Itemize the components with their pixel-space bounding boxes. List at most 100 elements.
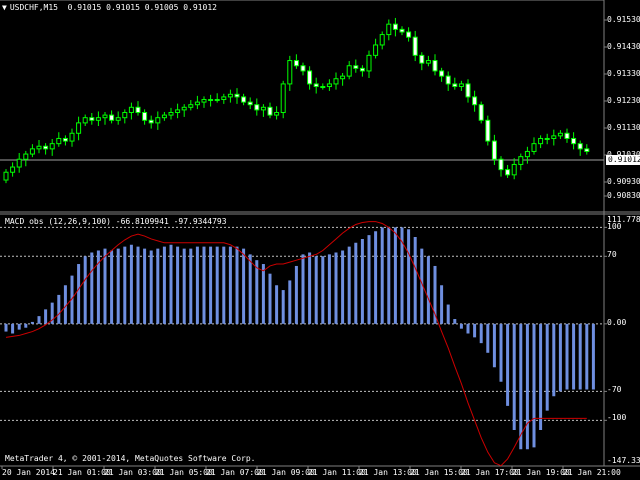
candle-body — [95, 117, 101, 121]
candle-body — [472, 96, 478, 106]
price-tick: 0.91230 — [607, 96, 640, 105]
candle-body — [181, 106, 187, 111]
time-tick: 21 Jan 07:00 — [206, 468, 264, 477]
candle-body — [392, 23, 398, 30]
candle-body — [155, 117, 161, 124]
symbol-label: USDCHF,M15 — [9, 3, 58, 12]
candle-body — [366, 54, 372, 72]
candle-body — [287, 60, 293, 85]
candle-body — [115, 117, 121, 121]
candle-body — [458, 83, 464, 88]
candle-body — [227, 93, 233, 98]
time-tick: 20 Jan 2014 — [2, 468, 55, 477]
candle-body — [214, 99, 220, 102]
candle-body — [208, 99, 214, 102]
candle-body — [564, 132, 570, 139]
candle-body — [412, 36, 418, 56]
main-pane — [0, 0, 640, 469]
price-tick: 0.91030 — [607, 150, 640, 159]
candle-body — [254, 104, 260, 111]
ohlc-readout: 0.91015 0.91015 0.91005 0.91012 — [67, 3, 217, 12]
time-tick: 21 Jan 01:00 — [53, 468, 111, 477]
candle-body — [300, 65, 306, 72]
triangle-down-icon[interactable]: ▼ — [2, 3, 7, 12]
candle-body — [518, 156, 524, 165]
candle-body — [148, 119, 154, 124]
candle-body — [399, 28, 405, 33]
candle-body — [359, 67, 365, 72]
time-tick: 21 Jan 05:00 — [155, 468, 213, 477]
candle-body — [10, 166, 16, 173]
candle-body — [346, 65, 352, 77]
macd-tick: 0.00 — [607, 318, 627, 327]
candle-body — [267, 106, 273, 116]
candle-body — [142, 111, 148, 121]
candle-body — [280, 83, 286, 113]
candle-body — [43, 145, 49, 150]
time-tick: 21 Jan 17:00 — [461, 468, 519, 477]
candle-body — [168, 111, 174, 116]
candle-body — [419, 54, 425, 64]
price-tick: 0.91330 — [607, 69, 640, 78]
candles-layer — [3, 17, 590, 184]
candle-body — [524, 150, 530, 158]
candle-body — [23, 153, 29, 160]
candle-body — [3, 171, 9, 181]
candle-body — [234, 93, 240, 98]
candle-body — [452, 83, 458, 88]
candle-body — [194, 101, 200, 106]
macd-title: MACD obs (12,26,9,100) -66.8109941 -97.9… — [5, 217, 227, 226]
price-tick: 0.91430 — [607, 42, 640, 51]
candle-body — [49, 143, 55, 150]
macd-tick: 70 — [607, 250, 617, 259]
candle-body — [102, 114, 108, 119]
candle-body — [313, 83, 319, 88]
candle-body — [109, 114, 115, 121]
price-tick: 0.90930 — [607, 177, 640, 186]
candle-body — [89, 117, 95, 121]
candle-body — [386, 23, 392, 36]
candle-body — [538, 137, 544, 145]
candle-body — [29, 148, 35, 155]
candle-body — [161, 114, 167, 119]
candle-body — [353, 65, 359, 69]
macd-tick: -100 — [607, 413, 627, 422]
macd-tick: -147.3338 — [607, 456, 640, 465]
candle-body — [406, 31, 412, 38]
time-tick: 21 Jan 15:00 — [410, 468, 468, 477]
candle-body — [340, 75, 346, 80]
candle-body — [379, 34, 385, 46]
macd-tick: 100 — [607, 222, 622, 231]
candle-body — [36, 145, 42, 150]
candle-body — [491, 140, 497, 160]
candle-body — [498, 158, 504, 171]
candle-body — [511, 163, 517, 176]
candle-body — [201, 99, 207, 103]
macd-tick: -70 — [607, 385, 622, 394]
candle-body — [320, 86, 326, 89]
time-tick: 21 Jan 13:00 — [359, 468, 417, 477]
candle-body — [425, 60, 431, 64]
candle-body — [128, 106, 134, 113]
candle-body — [544, 137, 550, 140]
time-tick: 21 Jan 03:00 — [104, 468, 162, 477]
time-tick: 21 Jan 11:00 — [308, 468, 366, 477]
candle-body — [551, 135, 557, 139]
candle-body — [56, 137, 62, 145]
candle-body — [69, 132, 75, 142]
chart-title: ▼ USDCHF,M15 0.91015 0.91015 0.91005 0.91… — [2, 3, 217, 12]
candle-body — [62, 137, 68, 142]
chart-canvas[interactable] — [0, 0, 640, 480]
candle-body — [557, 132, 563, 137]
price-tick: 0.91130 — [607, 123, 640, 132]
candle-body — [221, 96, 227, 101]
time-tick: 21 Jan 21:00 — [563, 468, 621, 477]
candle-body — [122, 111, 128, 119]
candle-body — [82, 117, 88, 124]
macd-pane — [0, 221, 607, 467]
candle-body — [175, 109, 181, 113]
candle-body — [307, 70, 313, 85]
candle-body — [135, 106, 141, 113]
candle-body — [188, 104, 194, 108]
candle-body — [274, 111, 280, 116]
